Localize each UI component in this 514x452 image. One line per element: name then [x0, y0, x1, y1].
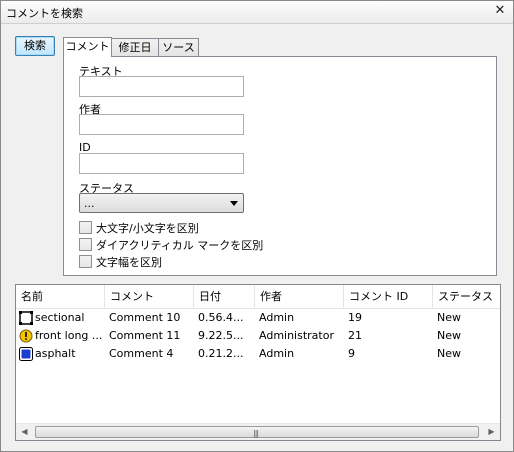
cell-comment: Comment 10: [109, 311, 181, 324]
grip-icon: |||: [253, 429, 259, 438]
cell-name: asphalt: [35, 347, 76, 360]
text-input[interactable]: [79, 76, 244, 97]
cell-name: front long ...: [35, 329, 103, 342]
author-input[interactable]: [79, 114, 244, 135]
cell-author: Admin: [259, 311, 295, 324]
status-selected-value: ...: [84, 197, 95, 210]
status-dropdown[interactable]: ...: [79, 193, 244, 213]
column-header-name[interactable]: 名前: [16, 285, 105, 309]
tab-source[interactable]: ソース: [158, 38, 199, 57]
scroll-right-icon[interactable]: ▶: [483, 424, 500, 440]
id-input[interactable]: [79, 153, 244, 174]
cell-comment-id: 21: [348, 329, 362, 342]
cell-author: Administrator: [259, 329, 334, 342]
table-row[interactable]: front long ... Comment 11 9.22.5... Admi…: [16, 327, 500, 345]
scroll-left-icon[interactable]: ◀: [16, 424, 33, 440]
cell-date: 0.21.2...: [198, 347, 244, 360]
checkbox-label: ダイアクリティカル マークを区別: [96, 239, 264, 252]
results-header: 名前 コメント 日付 作者 コメント ID ステータス: [16, 285, 500, 309]
blue-square-icon: [19, 347, 33, 361]
table-row[interactable]: sectional Comment 10 0.56.4... Admin 19 …: [16, 309, 500, 327]
checkbox-box[interactable]: [79, 238, 92, 251]
checkbox-box[interactable]: [79, 255, 92, 268]
cell-date: 0.56.4...: [198, 311, 244, 324]
chevron-down-icon: [230, 201, 238, 206]
warning-circle-icon: [19, 329, 33, 343]
cell-date: 9.22.5...: [198, 329, 244, 342]
comment-tab-panel: テキスト 作者 ID ステータス ... 大文字/小文字を区別 ダイアクリティカ…: [63, 56, 497, 276]
cell-status: New: [437, 347, 461, 360]
checkbox-label: 文字幅を区別: [96, 256, 162, 269]
scrollbar-thumb[interactable]: |||: [35, 426, 479, 438]
table-row[interactable]: asphalt Comment 4 0.21.2... Admin 9 New: [16, 345, 500, 363]
results-list[interactable]: 名前 コメント 日付 作者 コメント ID ステータス sectional Co…: [15, 284, 501, 441]
close-button[interactable]: ✕: [493, 4, 507, 18]
cell-comment-id: 9: [348, 347, 355, 360]
cell-comment-id: 19: [348, 311, 362, 324]
horizontal-scrollbar[interactable]: ◀ ||| ▶: [16, 423, 500, 440]
checkbox-box[interactable]: [79, 221, 92, 234]
cell-status: New: [437, 329, 461, 342]
tab-modified-date[interactable]: 修正日: [111, 38, 159, 57]
search-button[interactable]: 検索: [15, 36, 55, 56]
cell-comment: Comment 11: [109, 329, 181, 342]
column-header-status[interactable]: ステータス: [433, 285, 500, 309]
column-header-comment-id[interactable]: コメント ID: [344, 285, 433, 309]
column-header-date[interactable]: 日付: [194, 285, 255, 309]
window-title: コメントを検索: [6, 7, 83, 20]
cell-status: New: [437, 311, 461, 324]
cell-comment: Comment 4: [109, 347, 174, 360]
tab-comment[interactable]: コメント: [63, 37, 112, 57]
film-frame-icon: [19, 311, 33, 325]
cell-name: sectional: [35, 311, 85, 324]
find-comments-window: コメントを検索 ✕ 検索 コメント 修正日 ソース テキスト 作者 ID ステー…: [0, 0, 514, 452]
title-bar: コメントを検索 ✕: [1, 1, 513, 24]
column-header-author[interactable]: 作者: [255, 285, 344, 309]
cell-author: Admin: [259, 347, 295, 360]
checkbox-label: 大文字/小文字を区別: [96, 222, 199, 235]
column-header-comment[interactable]: コメント: [105, 285, 194, 309]
